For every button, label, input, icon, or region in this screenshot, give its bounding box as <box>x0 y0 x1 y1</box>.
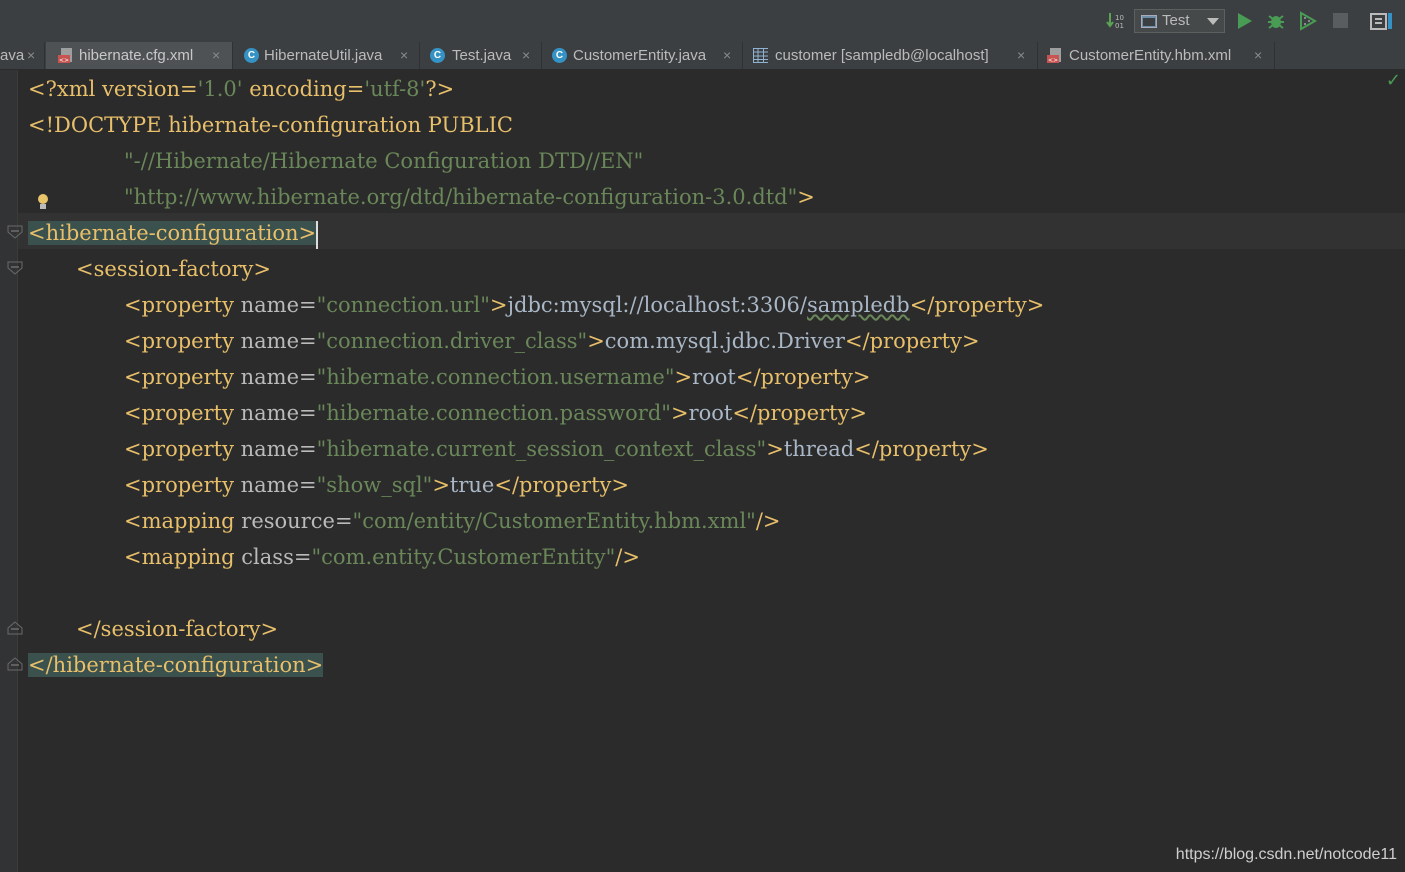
fold-marker-icon[interactable] <box>7 225 23 239</box>
close-icon[interactable]: × <box>400 42 408 69</box>
code-line-6: <session-factory> <box>76 257 271 281</box>
tab-customer-table[interactable]: customer [sampledb@localhost] × <box>744 42 1038 69</box>
xml-file-icon: <> <box>58 48 72 63</box>
code-line-13: <mapping resource="com/entity/CustomerEn… <box>124 509 781 533</box>
project-structure-icon[interactable] <box>1370 11 1392 31</box>
tab-customerentity-java[interactable]: C CustomerEntity.java × <box>543 42 743 69</box>
fold-end-marker-icon[interactable] <box>7 657 23 671</box>
run-config-label: Test <box>1162 12 1190 29</box>
code-editor[interactable]: ✓ <?xml version='1.0' encoding='utf-8'?>… <box>0 70 1405 872</box>
close-icon[interactable]: × <box>723 42 731 69</box>
code-line-16: </session-factory> <box>76 617 279 641</box>
sort-icon[interactable]: 10 01 <box>1106 12 1126 30</box>
tab-label: hibernate.cfg.xml <box>79 47 194 64</box>
coverage-icon[interactable] <box>1298 11 1318 31</box>
close-icon[interactable]: × <box>522 42 530 69</box>
code-line-12: <property name="show_sql">true</property… <box>124 473 629 497</box>
code-line-3: "-//Hibernate/Hibernate Configuration DT… <box>124 149 644 173</box>
svg-text:01: 01 <box>1115 22 1124 30</box>
main-toolbar: 10 01 Test <box>0 0 1405 43</box>
close-icon[interactable]: × <box>1254 42 1262 69</box>
stop-icon[interactable] <box>1333 13 1349 29</box>
watermark-text: https://blog.csdn.net/notcode11 <box>1175 846 1397 863</box>
code-line-7: <property name="connection.url">jdbc:mys… <box>124 293 1045 317</box>
close-icon[interactable]: × <box>212 42 220 69</box>
code-line-9: <property name="hibernate.connection.use… <box>124 365 871 389</box>
tab-label: customer [sampledb@localhost] <box>775 47 989 64</box>
run-config-selector[interactable]: Test <box>1134 9 1225 33</box>
code-line-14: <mapping class="com.entity.CustomerEntit… <box>124 545 640 569</box>
class-icon: C <box>244 48 259 63</box>
tab-label: ava <box>0 47 25 64</box>
code-line-1: <?xml version='1.0' encoding='utf-8'?> <box>28 77 455 101</box>
xml-file-icon: <> <box>1047 48 1061 63</box>
code-line-11: <property name="hibernate.current_sessio… <box>124 437 989 461</box>
code-line-4: "http://www.hibernate.org/dtd/hibernate-… <box>124 185 815 209</box>
editor-gutter <box>0 70 23 872</box>
tab-label: CustomerEntity.java <box>573 47 707 64</box>
svg-text:10: 10 <box>1115 14 1124 22</box>
fold-marker-icon[interactable] <box>7 261 23 275</box>
fold-end-marker-icon[interactable] <box>7 621 23 635</box>
run-icon[interactable] <box>1237 12 1253 30</box>
lightbulb-icon[interactable] <box>36 193 50 211</box>
tab-customerentity-hbm-xml[interactable]: <> CustomerEntity.hbm.xml × <box>1039 42 1275 69</box>
code-line-5: <hibernate-configuration> <box>28 215 319 251</box>
svg-text:<>: <> <box>59 57 69 63</box>
close-icon[interactable]: × <box>1017 42 1025 69</box>
tab-label: CustomerEntity.hbm.xml <box>1069 47 1232 64</box>
text-cursor <box>316 220 319 249</box>
tab-hibernateutil-java[interactable]: C HibernateUtil.java × <box>234 42 420 69</box>
tab-label: HibernateUtil.java <box>264 47 383 64</box>
close-icon[interactable]: × <box>27 42 35 69</box>
table-icon <box>753 48 768 63</box>
tab-label: Test.java <box>452 47 512 64</box>
dropdown-icon <box>1207 18 1219 25</box>
debug-icon[interactable] <box>1266 11 1286 31</box>
tab-test-java[interactable]: C Test.java × <box>421 42 542 69</box>
class-icon: C <box>552 48 567 63</box>
code-line-10: <property name="hibernate.connection.pas… <box>124 401 867 425</box>
tab-partial-java[interactable]: ava × <box>0 42 45 69</box>
code-line-8: <property name="connection.driver_class"… <box>124 329 980 353</box>
svg-text:<>: <> <box>1048 57 1058 63</box>
class-run-icon: C <box>430 48 445 63</box>
code-line-2: <!DOCTYPE hibernate-configuration PUBLIC <box>28 113 513 137</box>
inspection-ok-icon[interactable]: ✓ <box>1386 70 1401 91</box>
code-line-17: </hibernate-configuration> <box>28 653 324 677</box>
editor-tab-bar: ava × <> hibernate.cfg.xml × C Hibernate… <box>0 42 1405 70</box>
tab-hibernate-cfg-xml[interactable]: <> hibernate.cfg.xml × <box>46 42 233 69</box>
run-config-icon <box>1141 15 1157 28</box>
